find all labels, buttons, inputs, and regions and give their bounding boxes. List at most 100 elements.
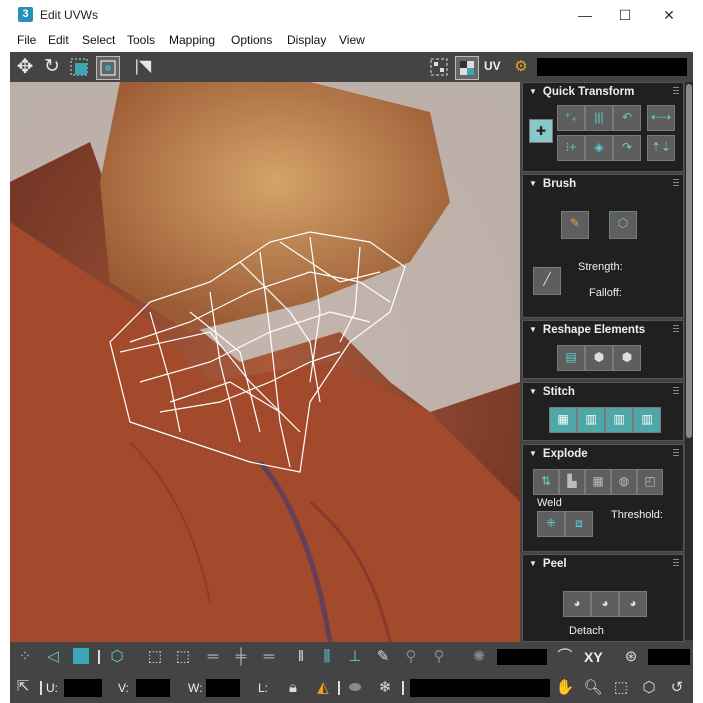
stitch-header[interactable]: ▼ Stitch xyxy=(529,386,575,398)
curve-icon[interactable]: ⌒ xyxy=(554,646,576,668)
reshape-header[interactable]: ▼ Reshape Elements xyxy=(529,324,645,336)
stitch-custom-button[interactable]: ▦ xyxy=(549,407,577,433)
soft-select-icon[interactable]: ⚲ xyxy=(400,646,422,668)
map-channel-field[interactable] xyxy=(648,649,690,665)
rotate-icon[interactable]: ↻ xyxy=(41,56,63,78)
pivot-button[interactable]: ✚ xyxy=(529,119,553,143)
peel-mode-button[interactable]: ◕ xyxy=(591,591,619,617)
grip-icon[interactable] xyxy=(673,449,679,457)
space-vertical-button[interactable]: ⇡⇣ xyxy=(647,135,675,161)
map-selector[interactable] xyxy=(537,58,687,76)
rotate-cw-button[interactable]: ↷ xyxy=(613,135,641,161)
checker-icon[interactable] xyxy=(428,56,450,78)
align-horizontal-button[interactable]: ⁺₊ xyxy=(557,105,585,131)
align-vertical-button[interactable]: ||| xyxy=(585,105,613,131)
grip-icon[interactable] xyxy=(673,87,679,95)
uv-viewport[interactable] xyxy=(10,82,520,642)
unhide-icon[interactable]: ⬬ xyxy=(344,677,366,699)
uv-options-icon[interactable] xyxy=(455,56,479,80)
w-label: W: xyxy=(188,681,203,695)
soft-select-falloff-icon[interactable]: ⚲ xyxy=(428,646,450,668)
break-button[interactable]: ⇅ xyxy=(533,469,559,495)
relax-settings-button[interactable]: ⬢ xyxy=(613,345,641,371)
polygon-mode-icon[interactable] xyxy=(70,646,92,668)
flatten-by-material-button[interactable]: ◰ xyxy=(637,469,663,495)
edge-loop-icon[interactable]: ═ xyxy=(202,646,224,668)
gear-icon[interactable]: ⚙ xyxy=(510,56,532,78)
edge-mode-icon[interactable]: ◁ xyxy=(42,646,64,668)
element-mode-icon[interactable]: ⬡ xyxy=(106,646,128,668)
menu-mapping[interactable]: Mapping xyxy=(169,33,215,47)
mirror-icon[interactable]: |◥ xyxy=(132,56,154,78)
menu-view[interactable]: View xyxy=(339,33,365,47)
world-icon[interactable]: ⊛ xyxy=(620,646,642,668)
close-button[interactable]: ✕ xyxy=(646,0,692,30)
shrink-selection-icon[interactable]: ⬚ xyxy=(172,646,194,668)
peel-header[interactable]: ▼ Peel xyxy=(529,558,567,570)
hide-icon[interactable]: ◭ xyxy=(312,677,334,699)
weld-selected-button[interactable]: ⁜ xyxy=(537,511,565,537)
explode-header[interactable]: ▼ Explode xyxy=(529,448,588,460)
xy-label[interactable]: XY xyxy=(584,649,603,665)
paint-select-icon[interactable]: ✎ xyxy=(372,646,394,668)
stitch-to-source-button[interactable]: ▥ xyxy=(577,407,605,433)
freeze-icon[interactable]: ❄ xyxy=(374,677,396,699)
quick-transform-header[interactable]: ▼ Quick Transform xyxy=(529,86,634,98)
straighten-button[interactable]: ◈ xyxy=(585,135,613,161)
grip-icon[interactable] xyxy=(673,325,679,333)
zoom-extents-icon[interactable]: ⬡ xyxy=(638,677,660,699)
grip-icon[interactable] xyxy=(673,559,679,567)
maximize-button[interactable]: ☐ xyxy=(602,0,648,30)
menu-options[interactable]: Options xyxy=(231,33,272,47)
menu-file[interactable]: File xyxy=(17,33,36,47)
selection-set-field[interactable] xyxy=(410,679,550,697)
freeform-icon[interactable] xyxy=(96,56,120,80)
relax-button[interactable]: ⬢ xyxy=(585,345,613,371)
snap-toggle-icon[interactable]: ↺ xyxy=(666,677,688,699)
u-field[interactable] xyxy=(64,679,102,697)
zoom-region-icon[interactable]: ⬚ xyxy=(610,677,632,699)
panel-scroll-thumb[interactable] xyxy=(686,84,692,438)
pan-icon[interactable]: ✋ xyxy=(554,677,576,699)
grip-icon[interactable] xyxy=(673,387,679,395)
brush-header[interactable]: ▼ Brush xyxy=(529,178,576,190)
reset-peel-button[interactable]: ◕ xyxy=(619,591,647,617)
tool-panel: ▼ Quick Transform ✚ ⁺₊ ||| ↶ ⇠⇢ ⁝+ ◈ ↷ ⇡⇣… xyxy=(520,82,693,642)
stitch-to-target-button[interactable]: ▥ xyxy=(633,407,661,433)
zoom-icon[interactable]: 🔍︎ xyxy=(582,677,604,699)
menu-tools[interactable]: Tools xyxy=(127,33,155,47)
falloff-curve-button[interactable]: ╱ xyxy=(533,267,561,295)
snap-icon[interactable]: ⫼ xyxy=(316,646,338,668)
paint-brush-button[interactable]: ✎ xyxy=(561,211,589,239)
space-horizontal-button[interactable]: ⇠⇢ xyxy=(647,105,675,131)
edge-grow-icon[interactable]: ═ xyxy=(258,646,280,668)
menu-edit[interactable]: Edit xyxy=(48,33,69,47)
detach-edge-button[interactable]: ▙ xyxy=(559,469,585,495)
align-icon[interactable]: ‖ xyxy=(290,646,312,668)
grip-icon[interactable] xyxy=(673,179,679,187)
snap-vertical-icon[interactable]: ⊥ xyxy=(344,646,366,668)
flatten-by-smoothing-button[interactable]: ◍ xyxy=(611,469,637,495)
w-field[interactable] xyxy=(206,679,240,697)
edge-ring-icon[interactable]: ╪ xyxy=(230,646,252,668)
straighten-selection-button[interactable]: ▤ xyxy=(557,345,585,371)
menu-display[interactable]: Display xyxy=(287,33,326,47)
lock-icon[interactable]: 🔒︎ xyxy=(282,677,304,699)
weld-target-button[interactable]: ⧈ xyxy=(565,511,593,537)
vertex-mode-icon[interactable]: ⁘ xyxy=(14,646,36,668)
panel-scrollbar[interactable] xyxy=(685,82,693,640)
flatten-button[interactable]: ▦ xyxy=(585,469,611,495)
relax-brush-button[interactable]: ⬡ xyxy=(609,211,637,239)
absolute-mode-icon[interactable]: ⇱ xyxy=(12,676,34,698)
rotate-ccw-button[interactable]: ↶ xyxy=(613,105,641,131)
align-to-edge-button[interactable]: ⁝+ xyxy=(557,135,585,161)
stitch-average-button[interactable]: ▥ xyxy=(605,407,633,433)
falloff-value-field[interactable] xyxy=(497,649,547,665)
menu-select[interactable]: Select xyxy=(82,33,115,47)
grow-selection-icon[interactable]: ⬚ xyxy=(144,646,166,668)
scale-icon[interactable] xyxy=(68,56,90,78)
v-field[interactable] xyxy=(136,679,170,697)
move-icon[interactable]: ✥ xyxy=(14,56,36,78)
quick-peel-button[interactable]: ◕ xyxy=(563,591,591,617)
settings-sun-icon[interactable]: ✺ xyxy=(468,646,490,668)
